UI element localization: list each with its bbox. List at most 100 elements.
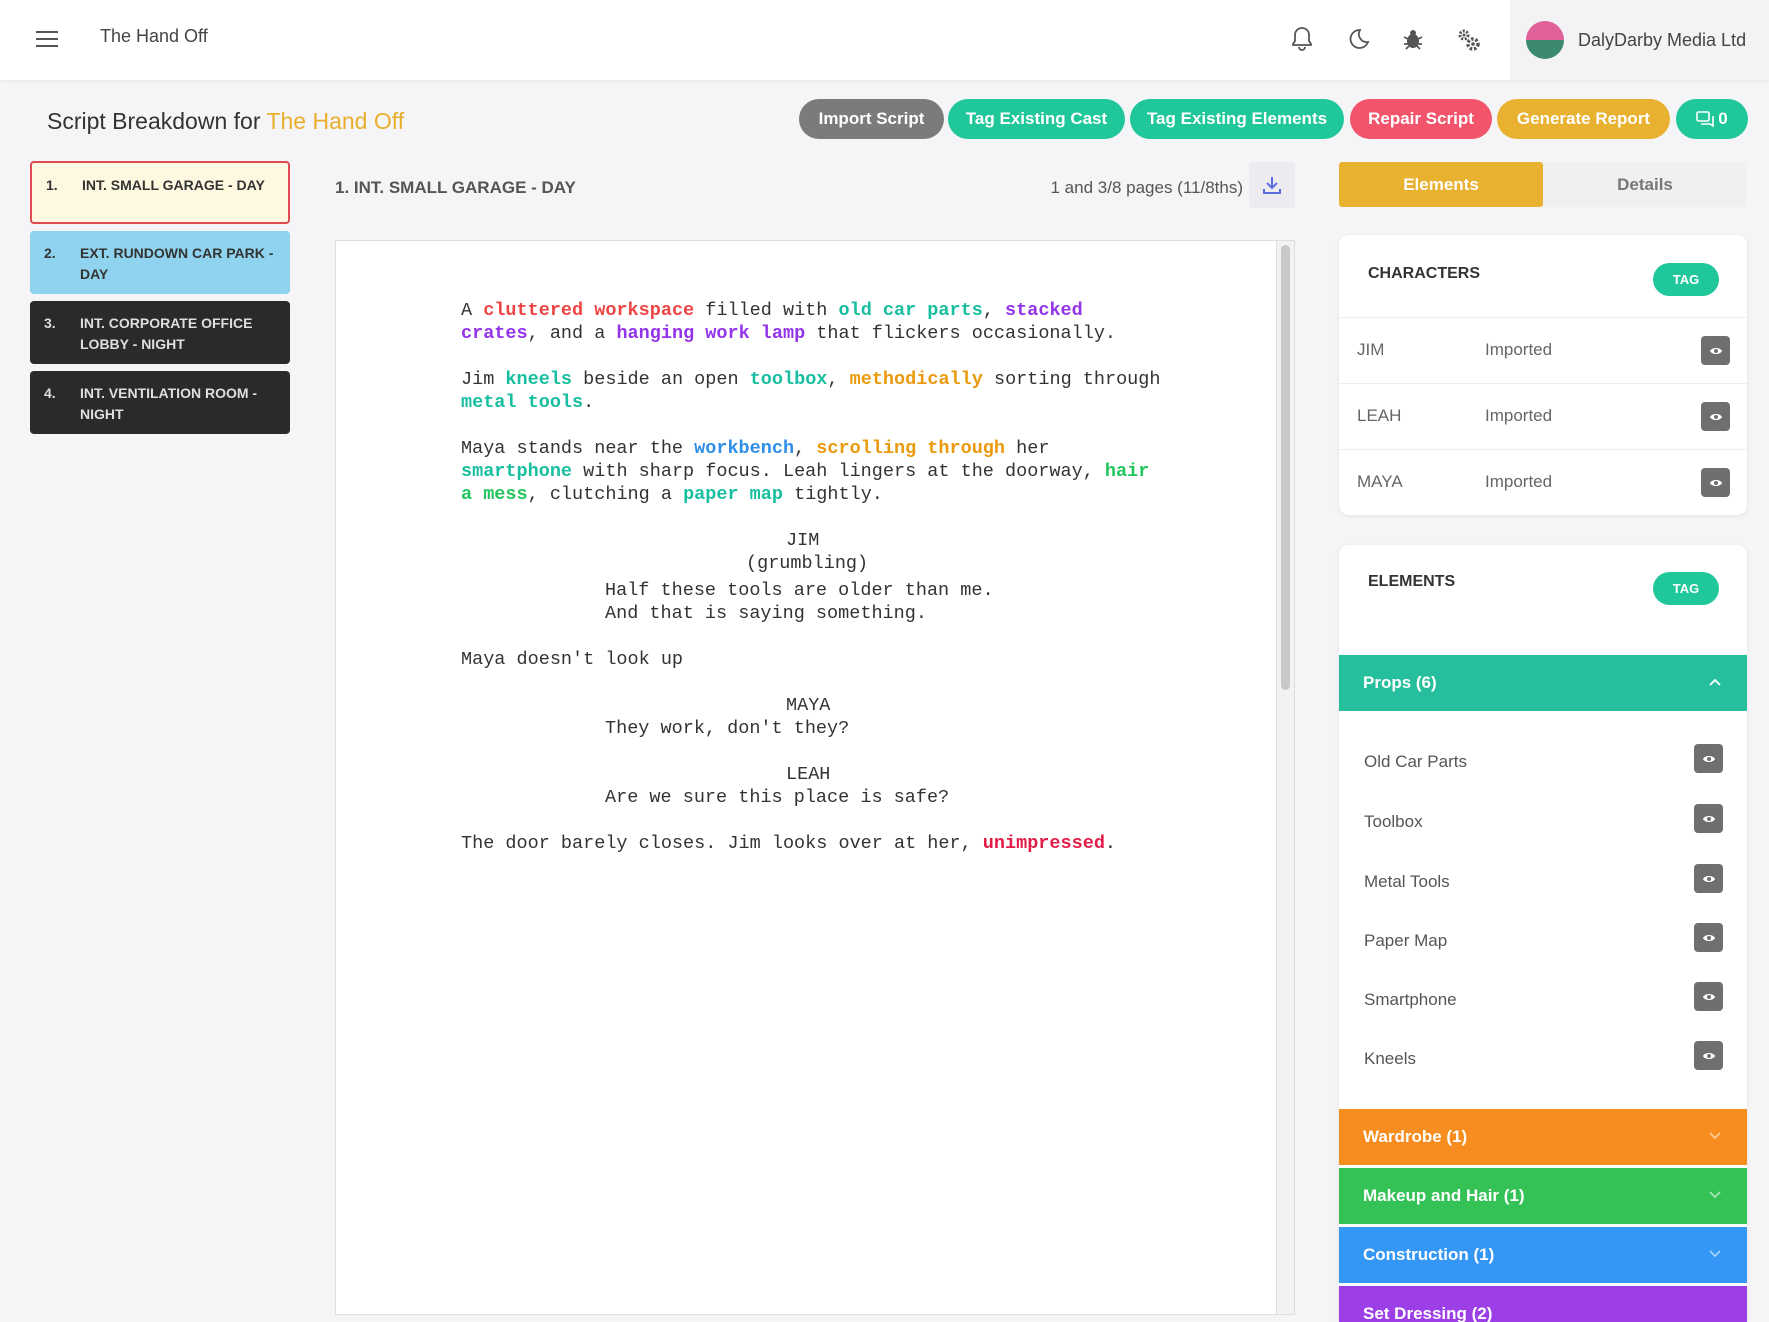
- category-wardrobe[interactable]: Wardrobe (1): [1339, 1109, 1747, 1165]
- download-icon: [1263, 177, 1281, 194]
- prop-item: Toolbox: [1339, 791, 1747, 851]
- gears-icon[interactable]: [1451, 22, 1485, 56]
- character-cue: JIM: [786, 530, 820, 551]
- tagged-element[interactable]: scrolling through: [816, 438, 1005, 459]
- category-label: Makeup and Hair (1): [1363, 1186, 1525, 1205]
- tag-existing-elements-button[interactable]: Tag Existing Elements: [1130, 99, 1344, 139]
- tagged-element[interactable]: toolbox: [750, 369, 828, 390]
- character-status: Imported: [1485, 340, 1553, 359]
- chevron-down-icon: [1709, 1250, 1721, 1258]
- prop-label: Old Car Parts: [1364, 752, 1467, 771]
- eye-icon[interactable]: [1694, 982, 1723, 1011]
- prop-item: Kneels: [1339, 1028, 1747, 1088]
- character-status: Imported: [1485, 472, 1553, 491]
- dialogue-line: And that is saying something.: [605, 603, 927, 624]
- comments-icon: [1696, 111, 1715, 127]
- characters-title: CHARACTERS: [1368, 265, 1480, 282]
- generate-report-button[interactable]: Generate Report: [1497, 99, 1670, 139]
- category-label: Set Dressing (2): [1363, 1304, 1493, 1322]
- eye-icon[interactable]: [1694, 1041, 1723, 1070]
- chevron-up-icon: [1709, 678, 1721, 686]
- tagged-element[interactable]: paper map: [683, 484, 783, 505]
- character-name: MAYA: [1357, 472, 1403, 491]
- bug-icon[interactable]: [1396, 22, 1430, 56]
- character-name: LEAH: [1357, 406, 1402, 425]
- tagged-element[interactable]: methodically: [850, 369, 983, 390]
- category-construction[interactable]: Construction (1): [1339, 1227, 1747, 1283]
- dialogue-block: JIM (grumbling) Half these tools are old…: [461, 529, 1161, 625]
- eye-icon[interactable]: [1701, 402, 1730, 431]
- prop-label: Toolbox: [1364, 812, 1423, 831]
- category-makeup-hair[interactable]: Makeup and Hair (1): [1339, 1168, 1747, 1224]
- import-script-button[interactable]: Import Script: [799, 99, 944, 139]
- category-label: Props (6): [1363, 673, 1437, 692]
- prop-item: Old Car Parts: [1339, 731, 1747, 791]
- comments-button[interactable]: 0: [1676, 99, 1748, 139]
- prop-label: Kneels: [1364, 1049, 1416, 1068]
- account-name: DalyDarby Media Ltd: [1578, 29, 1747, 50]
- action-paragraph: Jim kneels beside an open toolbox, metho…: [461, 369, 1161, 413]
- page-title-prefix: Script Breakdown for: [47, 108, 261, 134]
- moon-icon[interactable]: [1341, 22, 1375, 56]
- tagged-element[interactable]: smartphone: [461, 461, 572, 482]
- dialogue-block: LEAH Are we sure this place is safe?: [461, 763, 1161, 809]
- script-viewer[interactable]: A cluttered workspace filled with old ca…: [335, 240, 1295, 1315]
- prop-item: Smartphone: [1339, 969, 1747, 1029]
- tagged-element[interactable]: old car parts: [838, 300, 982, 321]
- scene-heading: 1. INT. SMALL GARAGE - DAY: [335, 178, 576, 197]
- scrollbar[interactable]: [1276, 241, 1294, 1314]
- script-text: A cluttered workspace filled with old ca…: [461, 299, 1161, 878]
- eye-icon[interactable]: [1694, 804, 1723, 833]
- scene-number: 4.: [44, 385, 56, 401]
- tag-existing-cast-button[interactable]: Tag Existing Cast: [948, 99, 1125, 139]
- tagged-element[interactable]: metal tools: [461, 392, 583, 413]
- account-menu[interactable]: DalyDarby Media Ltd: [1510, 0, 1769, 80]
- tag-elements-button[interactable]: TAG: [1653, 572, 1719, 605]
- character-status: Imported: [1485, 406, 1553, 425]
- action-paragraph: Maya doesn't look up: [461, 649, 684, 670]
- scene-item-2[interactable]: 2. EXT. RUNDOWN CAR PARK - DAY: [30, 231, 290, 294]
- tagged-element[interactable]: cluttered workspace: [483, 300, 694, 321]
- menu-icon[interactable]: [36, 26, 64, 54]
- action-paragraph: The door barely closes. Jim looks over a…: [461, 833, 1117, 854]
- eye-icon[interactable]: [1694, 864, 1723, 893]
- tagged-element[interactable]: workbench: [694, 438, 794, 459]
- chevron-down-icon: [1709, 1132, 1721, 1140]
- tab-details[interactable]: Details: [1543, 162, 1747, 207]
- category-set-dressing[interactable]: Set Dressing (2): [1339, 1286, 1747, 1322]
- eye-icon[interactable]: [1701, 468, 1730, 497]
- tagged-element[interactable]: hanging work lamp: [616, 323, 805, 344]
- dialogue-line: Half these tools are older than me.: [605, 580, 994, 601]
- eye-icon[interactable]: [1694, 744, 1723, 773]
- scene-item-4[interactable]: 4. INT. VENTILATION ROOM - NIGHT: [30, 371, 290, 434]
- scene-title: INT. VENTILATION ROOM - NIGHT: [80, 385, 258, 422]
- category-label: Wardrobe (1): [1363, 1127, 1468, 1146]
- prop-label: Smartphone: [1364, 990, 1457, 1009]
- top-bar: The Hand Off DalyDarby Media Ltd: [0, 0, 1769, 80]
- page-title: Script Breakdown for The Hand Off: [47, 108, 404, 135]
- eye-icon[interactable]: [1694, 923, 1723, 952]
- scene-title: INT. SMALL GARAGE - DAY: [82, 177, 265, 193]
- category-props[interactable]: Props (6): [1339, 655, 1747, 711]
- tab-elements[interactable]: Elements: [1339, 162, 1543, 207]
- scene-title: EXT. RUNDOWN CAR PARK - DAY: [80, 245, 274, 282]
- prop-label: Metal Tools: [1364, 872, 1450, 891]
- scene-item-3[interactable]: 3. INT. CORPORATE OFFICE LOBBY - NIGHT: [30, 301, 290, 364]
- scene-item-1[interactable]: 1. INT. SMALL GARAGE - DAY: [30, 161, 290, 224]
- character-cue: MAYA: [786, 695, 831, 716]
- tagged-element[interactable]: unimpressed: [983, 833, 1105, 854]
- prop-item: Metal Tools: [1339, 851, 1747, 911]
- prop-item: Paper Map: [1339, 910, 1747, 970]
- dialogue-line: They work, don't they?: [605, 718, 850, 739]
- tag-characters-button[interactable]: TAG: [1653, 263, 1719, 296]
- download-button[interactable]: [1249, 162, 1295, 208]
- action-paragraph: A cluttered workspace filled with old ca…: [461, 300, 1117, 344]
- tagged-element[interactable]: kneels: [505, 369, 572, 390]
- category-label: Construction (1): [1363, 1245, 1495, 1264]
- character-row: LEAH Imported: [1339, 383, 1747, 449]
- repair-script-button[interactable]: Repair Script: [1350, 99, 1492, 139]
- bell-icon[interactable]: [1285, 22, 1319, 56]
- comments-count: 0: [1718, 109, 1728, 128]
- eye-icon[interactable]: [1701, 336, 1730, 365]
- scrollbar-thumb[interactable]: [1281, 245, 1290, 690]
